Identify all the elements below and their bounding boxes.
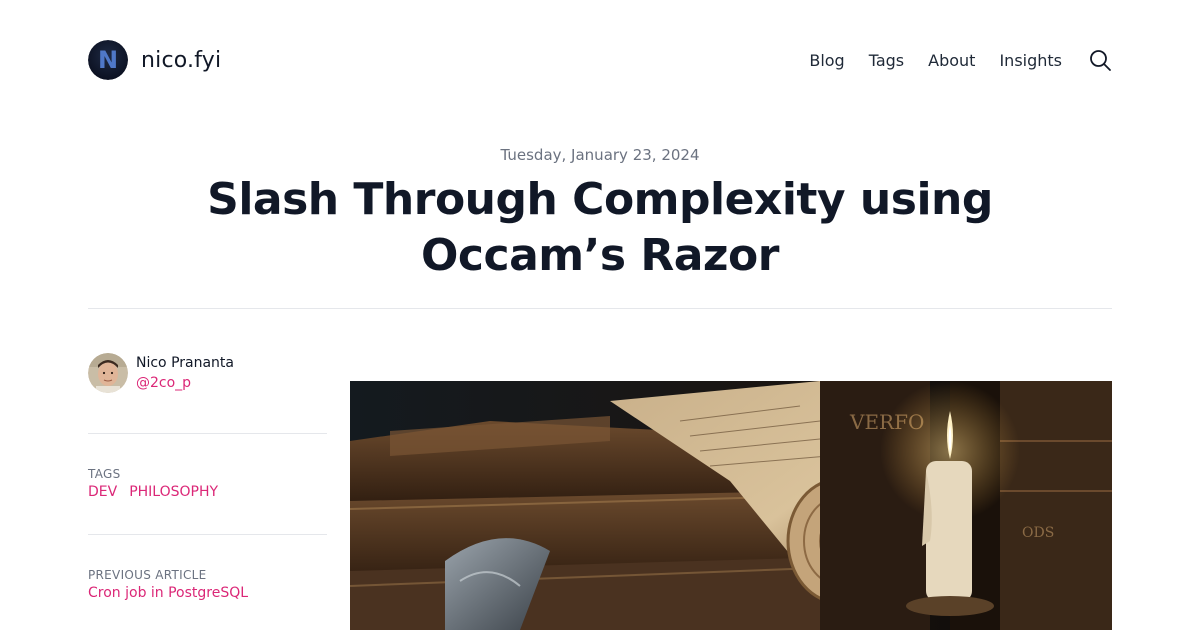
author-name: Nico Prananta — [136, 355, 234, 371]
tag-list: DEV PHILOSOPHY — [88, 484, 218, 500]
author-block: Nico Prananta @2co_p — [88, 353, 327, 393]
site-logo-icon: N — [88, 40, 128, 80]
tag-link-philosophy[interactable]: PHILOSOPHY — [129, 484, 218, 500]
logo-letter: N — [98, 46, 118, 74]
author-handle-link[interactable]: @2co_p — [136, 373, 234, 393]
nav-link-blog[interactable]: Blog — [809, 51, 844, 70]
nav-link-tags[interactable]: Tags — [869, 51, 904, 70]
main-nav: Blog Tags About Insights — [809, 48, 1112, 72]
search-icon[interactable] — [1088, 48, 1112, 72]
site-name: nico.fyi — [141, 47, 222, 73]
previous-article-label: PREVIOUS ARTICLE — [88, 568, 207, 582]
home-link[interactable]: N nico.fyi — [88, 40, 221, 80]
tag-link-dev[interactable]: DEV — [88, 484, 117, 500]
site-header: N nico.fyi Blog Tags About Insights — [88, 40, 1112, 80]
sidebar-divider — [88, 433, 327, 434]
title-divider — [88, 308, 1112, 309]
previous-article-link[interactable]: Cron job in PostgreSQL — [88, 585, 248, 601]
book-spine-text: ODS — [1022, 525, 1054, 541]
author-avatar[interactable] — [88, 353, 128, 393]
tags-label: TAGS — [88, 467, 121, 481]
post-title: Slash Through Complexity using Occam’s R… — [207, 174, 993, 281]
nav-link-about[interactable]: About — [928, 51, 975, 70]
page: N nico.fyi Blog Tags About Insights Tues… — [0, 0, 1200, 630]
sidebar-divider — [88, 534, 327, 535]
nav-link-insights[interactable]: Insights — [999, 51, 1062, 70]
post-sidebar: Nico Prananta @2co_p TAGS DEV PHILOSOPHY… — [88, 353, 327, 601]
post-date: Tuesday, January 23, 2024 — [500, 146, 700, 164]
hero-image: VERFO ODS — [350, 381, 1112, 630]
